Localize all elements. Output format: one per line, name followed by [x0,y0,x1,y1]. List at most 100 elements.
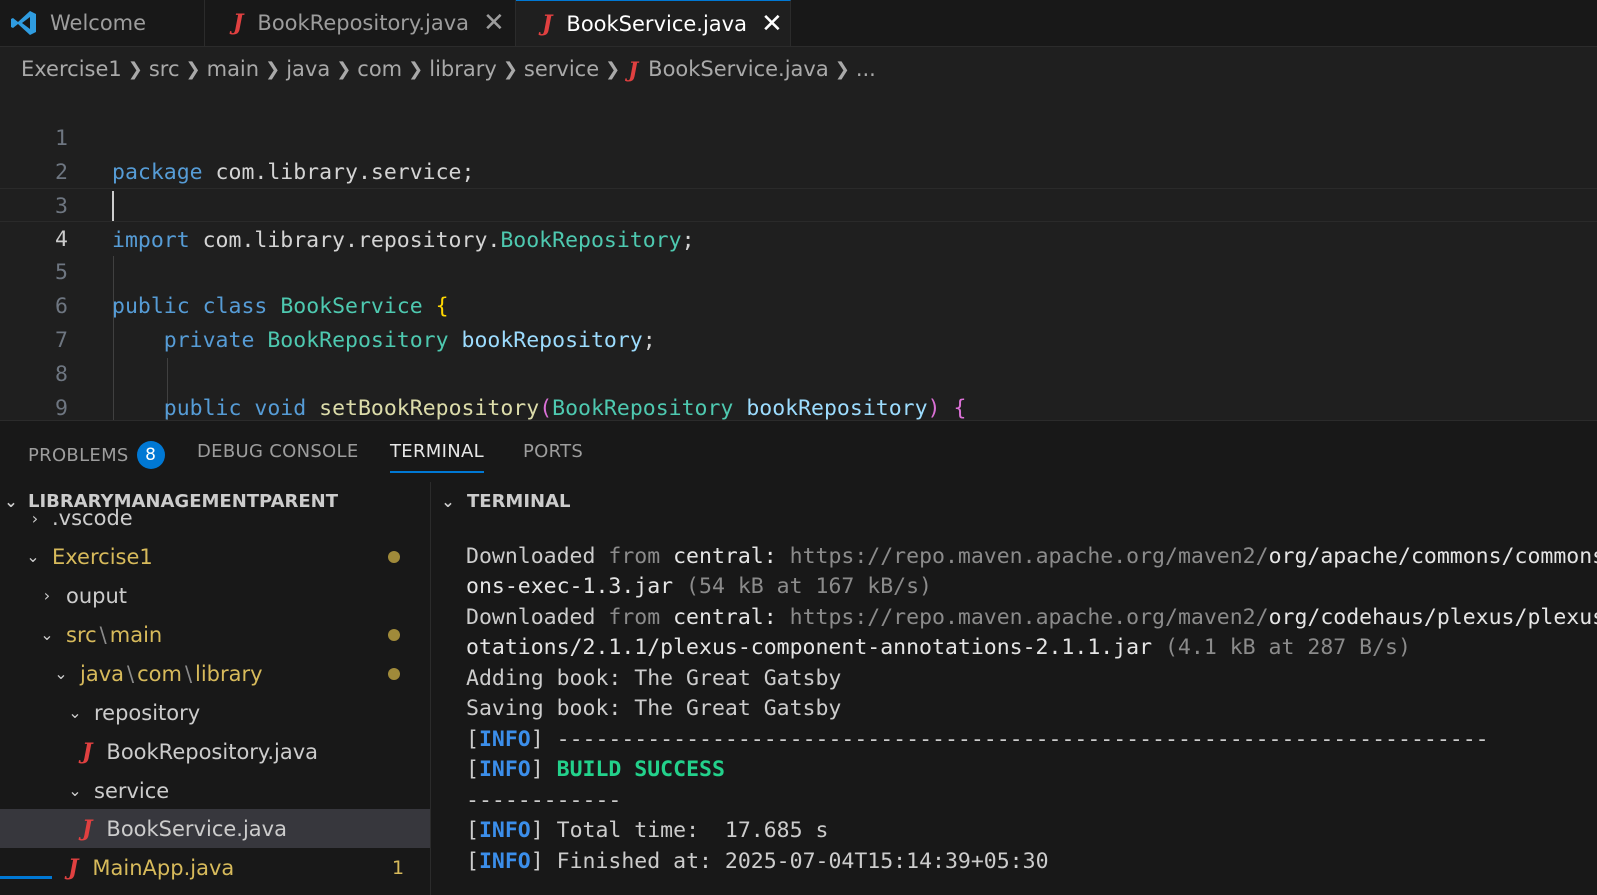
breadcrumb-item[interactable]: service [524,57,599,81]
path-separator: \ [99,622,107,647]
chevron-down-icon: ⌄ [68,703,82,722]
terminal-text: ----------------------------------------… [543,727,1489,752]
java-icon: J [82,815,93,842]
info-tag: INFO [478,849,531,874]
breadcrumb-item[interactable]: src [149,57,180,81]
modified-dot [388,628,400,641]
build-success-text: BUILD SUCCESS [556,757,725,782]
tree-label: MainApp.java [92,855,235,880]
vscode-icon [11,11,36,35]
terminal-text: org/codehaus/plexus/plexus-component-ann [1268,605,1597,630]
terminal-line: [INFO] Total time: 17.685 s [466,818,829,843]
terminal-line: Adding book: The Great Gatsby [466,666,842,691]
text-cursor [112,191,114,221]
breadcrumb-item[interactable]: BookService.java [648,57,829,81]
info-tag: INFO [478,727,531,752]
code-line[interactable]: 8 public void setBookRepository(BookRepo… [0,324,1597,420]
tree-label: BookService.java [106,816,287,841]
java-icon: J [542,10,553,37]
tab-bookservice[interactable]: J BookService.java ✕ [516,0,791,46]
code-line[interactable]: 7 [0,290,1597,353]
tree-item-bookrepository-java[interactable]: J BookRepository.java [0,732,430,771]
terminal-text: central: [660,605,790,630]
terminal-line: [INFO] Finished at: 2025-07-04T15:14:39+… [466,849,1049,874]
tree-item-bookservice-java[interactable]: J BookService.java [0,809,430,848]
code-line[interactable]: 10 } [0,392,1597,420]
tab-bookrepository[interactable]: J BookRepository.java ✕ [205,0,516,46]
explorer-panel: ⌄ LIBRARYMANAGEMENTPARENT › .vscode ⌄ Ex… [0,482,431,895]
tree-item-repository[interactable]: ⌄ repository [0,693,430,732]
close-icon[interactable]: ✕ [483,10,505,36]
tree-label: ouput [66,583,128,608]
breadcrumb-item[interactable]: library [429,57,497,81]
chevron-down-icon: ⌄ [54,664,68,683]
close-icon[interactable]: ✕ [761,11,783,37]
tab-label: BookService.java [566,11,747,36]
tree-item-src-main[interactable]: ⌄ src \ main [0,615,430,654]
breadcrumb: Exercise1 ❯ src ❯ main ❯ java ❯ com ❯ library… [21,54,876,84]
terminal-text: (4.1 kB at 287 B/s) [1152,635,1411,660]
breadcrumb-item[interactable]: java [286,57,330,81]
tree-label: Exercise1 [52,544,153,569]
tab-label: TERMINAL [390,441,484,462]
chevron-down-icon: ⌄ [68,781,82,800]
tree-label: main [109,622,163,647]
tab-label: PROBLEMS [28,444,129,466]
tab-label: BookRepository.java [257,11,470,35]
terminal-panel[interactable]: ⌄ TERMINAL Downloaded from central: http… [431,482,1597,895]
code-line[interactable]: 3 import com.library.repository.BookRepo… [0,156,1597,253]
tab-ports[interactable]: PORTS [523,441,583,462]
breadcrumb-item[interactable]: Exercise1 [21,57,122,81]
tab-label: DEBUG CONSOLE [197,441,359,462]
chevron-down-icon: ⌄ [40,625,54,644]
tab-terminal[interactable]: TERMINAL [390,441,484,473]
breadcrumb-item[interactable]: main [207,57,259,81]
code-line[interactable]: 1 package com.library.service; [0,88,1597,185]
tree-label: java [80,661,124,686]
terminal-text: Downloaded [466,605,609,630]
chevron-right-icon: › [43,586,51,605]
tree-label: src [66,622,97,647]
terminal-text: from [608,544,661,569]
terminal-text: otations/2.1.1/plexus-component-annotati… [466,635,1153,660]
tab-welcome[interactable]: Welcome [0,0,205,46]
tree-item-service[interactable]: ⌄ service [0,771,430,810]
tree-label: service [94,778,170,803]
code-line[interactable]: 9 this.bookRepository = bookRepository; [0,358,1597,420]
java-icon: J [82,738,93,765]
tree-item-vscode[interactable]: › .vscode [0,504,430,532]
problems-count-badge: 8 [136,441,165,469]
path-separator: \ [127,661,135,686]
code-line[interactable]: 5 public class BookService { [0,222,1597,319]
breadcrumb-item[interactable]: com [357,57,402,81]
code-line[interactable]: 2 [0,122,1597,185]
terminal-url[interactable]: https://repo.maven.apache.org/maven2/ [790,605,1269,630]
chevron-right-icon: ❯ [336,58,352,80]
chevron-right-icon: ❯ [408,58,424,80]
tree-item-java-com-library[interactable]: ⌄ java \ com \ library [0,654,430,693]
terminal-text: central: [660,544,790,569]
tab-label: Welcome [50,11,147,35]
code-line[interactable]: 6 private BookRepository bookRepository; [0,256,1597,353]
tree-item-exercise1[interactable]: ⌄ Exercise1 [0,537,430,576]
code-line-current[interactable]: 4 [0,188,1597,252]
tree-item-mainapp-java[interactable]: J MainApp.java 1 [0,848,430,887]
problem-count: 1 [392,856,405,879]
terminal-line: [INFO] ---------------------------------… [466,727,1489,752]
modified-dot [388,550,400,563]
tree-label: repository [94,700,201,725]
terminal-section-header[interactable]: ⌄ TERMINAL [439,482,1597,520]
terminal-line: otations/2.1.1/plexus-component-annotati… [466,633,1411,663]
breadcrumb-item[interactable]: ... [856,57,876,81]
tree-item-ouput[interactable]: › ouput [0,576,430,615]
terminal-url[interactable]: https://repo.maven.apache.org/maven2/ [790,544,1269,569]
terminal-line: Downloaded from central: https://repo.ma… [466,603,1597,633]
java-icon: J [68,854,79,881]
terminal-text: Downloaded [466,544,609,569]
chevron-right-icon: › [31,508,39,528]
tab-problems[interactable]: PROBLEMS 8 [28,441,165,469]
tab-debug-console[interactable]: DEBUG CONSOLE [197,441,359,462]
tree-label: .vscode [52,506,133,530]
editor-tab-bar: Welcome J BookRepository.java ✕ J BookSe… [0,0,1597,47]
code-editor[interactable]: 1 package com.library.service; 2 3 impor… [0,86,1597,420]
